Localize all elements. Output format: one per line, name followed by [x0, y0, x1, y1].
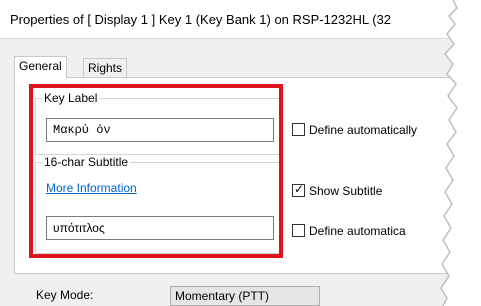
- define-automatically-checkbox[interactable]: Define automatically: [292, 122, 462, 138]
- subtitle-group-title: 16-char Subtitle: [42, 155, 131, 169]
- tab-rights[interactable]: Rights: [83, 58, 128, 77]
- key-mode-row: Key Mode: Momentary (PTT): [0, 286, 481, 306]
- checkmark-icon: ✓: [294, 182, 305, 196]
- define-automatically-label: Define automatically: [309, 123, 418, 137]
- key-mode-label: Key Mode:: [36, 288, 94, 302]
- show-subtitle-checkbox[interactable]: ✓ Show Subtitle: [292, 183, 422, 199]
- subtitle-input[interactable]: υπότιτλος: [46, 216, 274, 240]
- key-label-group-title: Key Label: [42, 91, 100, 105]
- screenshot: Properties of [ Display 1 ] Key 1 (Key B…: [0, 0, 481, 306]
- tab-general[interactable]: General: [14, 56, 67, 78]
- window-title: Properties of [ Display 1 ] Key 1 (Key B…: [10, 12, 392, 27]
- key-label-input[interactable]: Μακρύ όν: [46, 118, 274, 142]
- subtitle-define-automatically-box[interactable]: [292, 224, 305, 237]
- subtitle-group: [35, 162, 282, 254]
- define-automatically-box[interactable]: [292, 123, 305, 136]
- tab-general-label: General: [19, 59, 62, 73]
- show-subtitle-box[interactable]: ✓: [292, 182, 305, 197]
- more-information-link[interactable]: More Information: [46, 181, 137, 195]
- subtitle-define-automatically-checkbox[interactable]: Define automatica: [292, 223, 442, 239]
- window-titlebar: Properties of [ Display 1 ] Key 1 (Key B…: [0, 0, 481, 39]
- key-mode-select[interactable]: Momentary (PTT): [170, 286, 320, 306]
- subtitle-define-automatically-label: Define automatica: [309, 224, 406, 238]
- tab-rights-label: Rights: [88, 61, 123, 75]
- show-subtitle-label: Show Subtitle: [309, 184, 383, 198]
